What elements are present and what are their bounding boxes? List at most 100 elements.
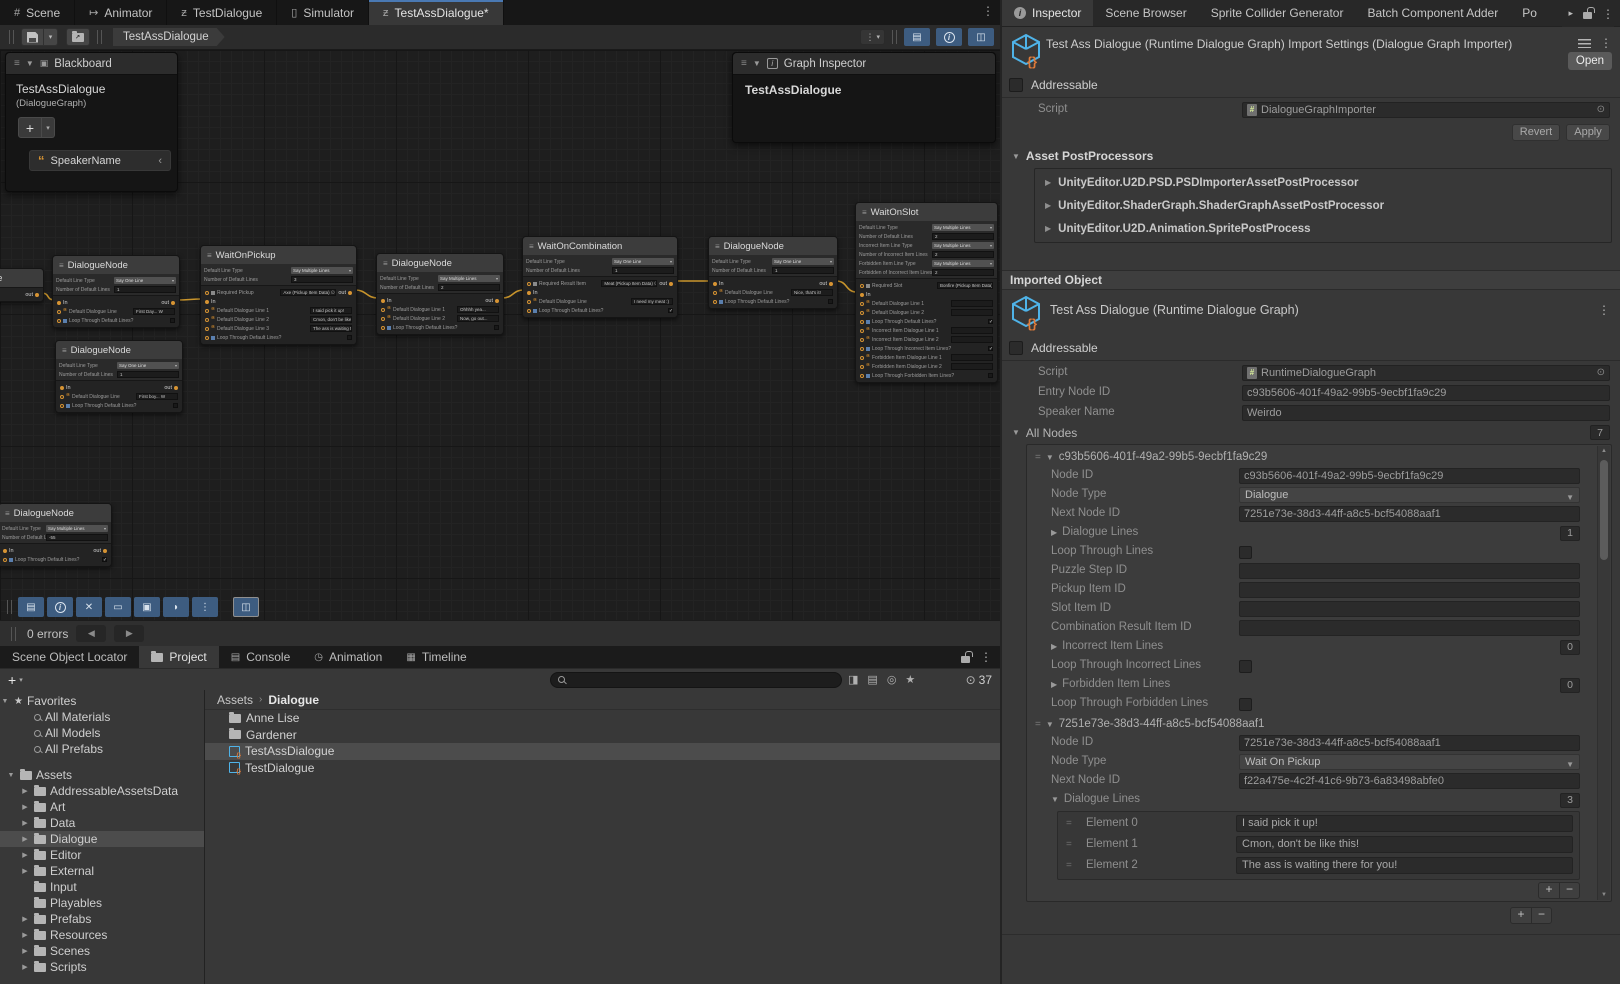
node-field-input[interactable]: 2: [932, 251, 994, 258]
bottom-tab-project[interactable]: Project: [139, 646, 218, 668]
graph-inspector-fold-icon[interactable]: ▼: [753, 59, 761, 68]
line-text-input[interactable]: First Day... W: [133, 308, 175, 315]
fold-arrow-icon[interactable]: ▶: [20, 963, 30, 971]
blackboard-drag-icon[interactable]: ≡: [14, 58, 20, 69]
node-checkbox[interactable]: [173, 403, 178, 408]
blackboard-property-speakername[interactable]: “ SpeakerName ‹: [29, 150, 171, 171]
editor-tab-testassdialogue-[interactable]: ƶTestAssDialogue*: [369, 0, 504, 25]
row-field[interactable]: #RuntimeDialogueGraph⊙: [1242, 365, 1610, 381]
fold-arrow-icon[interactable]: ▶: [1051, 528, 1057, 537]
object-picker-icon[interactable]: ⊙: [1597, 366, 1605, 380]
property-dropdown[interactable]: Wait On Pickup▼: [1239, 754, 1580, 770]
graph-breadcrumb[interactable]: TestAssDialogue: [113, 28, 225, 46]
fold-arrow-icon[interactable]: ▼: [1046, 453, 1054, 462]
hidden-items-indicator[interactable]: ⊙ 37: [966, 673, 992, 687]
node-field-input[interactable]: -55: [46, 534, 108, 541]
port-dot[interactable]: [60, 404, 64, 408]
count-field[interactable]: 0: [1560, 640, 1580, 655]
object-picker-icon[interactable]: ⊙: [1597, 103, 1605, 117]
port-dot[interactable]: [527, 300, 531, 304]
wrench-icon[interactable]: ✕: [76, 597, 102, 617]
port-dot[interactable]: [527, 309, 531, 313]
bottom-tab-scene-object-locator[interactable]: Scene Object Locator: [0, 646, 139, 668]
node-checkbox[interactable]: [988, 373, 993, 378]
property-field[interactable]: [1239, 601, 1580, 617]
node-title-bar[interactable]: ≡DialogueNode: [709, 237, 837, 255]
file-item-anne-lise[interactable]: Anne Lise: [205, 710, 1000, 727]
fold-arrow-icon[interactable]: ▶: [20, 803, 30, 811]
output-port[interactable]: [829, 282, 833, 286]
port-dot[interactable]: [57, 310, 61, 314]
importer-kebab-icon[interactable]: ⋮: [1600, 36, 1612, 50]
scroll-down-icon[interactable]: ▼: [1601, 892, 1607, 898]
add-property-button[interactable]: +: [18, 117, 42, 138]
search-by-label-icon[interactable]: ▤: [867, 673, 877, 686]
addressable-checkbox[interactable]: [1009, 78, 1023, 92]
minimap-toggle-icon[interactable]: ◫: [968, 28, 994, 46]
open-button[interactable]: Open: [1568, 52, 1612, 70]
tree-item-addressableassetsdata[interactable]: ▶AddressableAssetsData: [0, 783, 204, 799]
line-text-input[interactable]: The ass is waiting there for you!: [310, 325, 352, 332]
tree-item-all-materials[interactable]: All Materials: [0, 709, 204, 725]
output-port[interactable]: [495, 299, 499, 303]
node-checkbox[interactable]: [170, 318, 175, 323]
fold-arrow-icon[interactable]: ▼: [1046, 720, 1054, 729]
fold-arrow-icon[interactable]: ▶: [20, 787, 30, 795]
create-asset-button[interactable]: +: [8, 674, 16, 686]
editor-tab-animator[interactable]: ↦Animator: [75, 0, 167, 25]
fold-arrow-icon[interactable]: ▶: [1051, 642, 1057, 651]
tree-item-editor[interactable]: ▶Editor: [0, 847, 204, 863]
search-by-type-icon[interactable]: ◨: [848, 673, 858, 686]
add-element-button[interactable]: +: [1539, 883, 1559, 898]
line-text-input[interactable]: [951, 327, 993, 334]
node-checkbox[interactable]: ✓: [668, 308, 673, 313]
node-field-input[interactable]: 3: [291, 276, 353, 283]
graph-node-startnode[interactable]: ≡StartNodeout: [0, 268, 44, 302]
port-dot[interactable]: [860, 356, 864, 360]
blackboard-header[interactable]: ≡ ▼ ▣ Blackboard: [6, 53, 177, 75]
port-dot[interactable]: [860, 374, 864, 378]
show-in-project-button[interactable]: [66, 28, 90, 46]
object-field[interactable]: Axe (Pickup Item Data)⊙: [280, 289, 336, 296]
property-field[interactable]: c93b5606-401f-49a2-99b5-9ecbf1fa9c29: [1239, 468, 1580, 484]
node-field-input[interactable]: 1: [612, 267, 674, 274]
bottom-tab-animation[interactable]: ◷Animation: [302, 646, 394, 668]
tree-item-resources[interactable]: ▶Resources: [0, 927, 204, 943]
add-property-caret[interactable]: ▾: [42, 117, 55, 138]
port-dot[interactable]: [860, 320, 864, 324]
port-dot[interactable]: [860, 338, 864, 342]
tree-item-scripts[interactable]: ▶Scripts: [0, 959, 204, 975]
node-title-bar[interactable]: ≡DialogueNode: [56, 341, 182, 359]
editor-tab-testdialogue[interactable]: ƶTestDialogue: [167, 0, 277, 25]
node-field-dropdown[interactable]: Say One Line▾: [117, 362, 179, 369]
input-port[interactable]: [205, 300, 209, 304]
line-text-input[interactable]: [951, 363, 993, 370]
drag-handle-icon[interactable]: =: [1035, 452, 1041, 463]
graph-node-dialoguenode[interactable]: ≡DialogueNodeDefault Line TypeSay One Li…: [708, 236, 838, 309]
line-text-input[interactable]: [951, 300, 993, 307]
input-port[interactable]: [381, 299, 385, 303]
node-title-bar[interactable]: ≡DialogueNode: [0, 504, 111, 522]
presets-icon[interactable]: [1578, 38, 1591, 48]
input-port[interactable]: [3, 549, 7, 553]
all-nodes-scrollbar[interactable]: ▲ ▼: [1597, 446, 1610, 900]
breadcrumb-current[interactable]: Dialogue: [268, 693, 319, 707]
property-checkbox[interactable]: [1239, 698, 1252, 711]
object-field[interactable]: Bonfire (Pickup Item Data)⊙: [937, 282, 993, 289]
output-port[interactable]: [174, 386, 178, 390]
graph-canvas[interactable]: ≡StartNodeout ≡DialogueNodeDefault Line T…: [0, 50, 1000, 620]
graph-node-waitonpickup[interactable]: ≡WaitOnPickupDefault Line TypeSay Multip…: [200, 245, 357, 345]
port-dot[interactable]: [381, 317, 385, 321]
property-field[interactable]: [1239, 563, 1580, 579]
port-dot[interactable]: [57, 319, 61, 323]
tree-item-prefabs[interactable]: ▶Prefabs: [0, 911, 204, 927]
port-dot[interactable]: [205, 309, 209, 313]
revert-button[interactable]: Revert: [1512, 124, 1560, 141]
fold-arrow-icon[interactable]: ▶: [20, 819, 30, 827]
port-dot[interactable]: [860, 329, 864, 333]
port-dot[interactable]: [205, 318, 209, 322]
graph-node-waitoncombination[interactable]: ≡WaitOnCombinationDefault Line TypeSay O…: [522, 236, 678, 318]
element-value-field[interactable]: I said pick it up!: [1236, 815, 1573, 832]
count-field[interactable]: 3: [1560, 793, 1580, 808]
editor-tab-scene[interactable]: #Scene: [0, 0, 75, 25]
